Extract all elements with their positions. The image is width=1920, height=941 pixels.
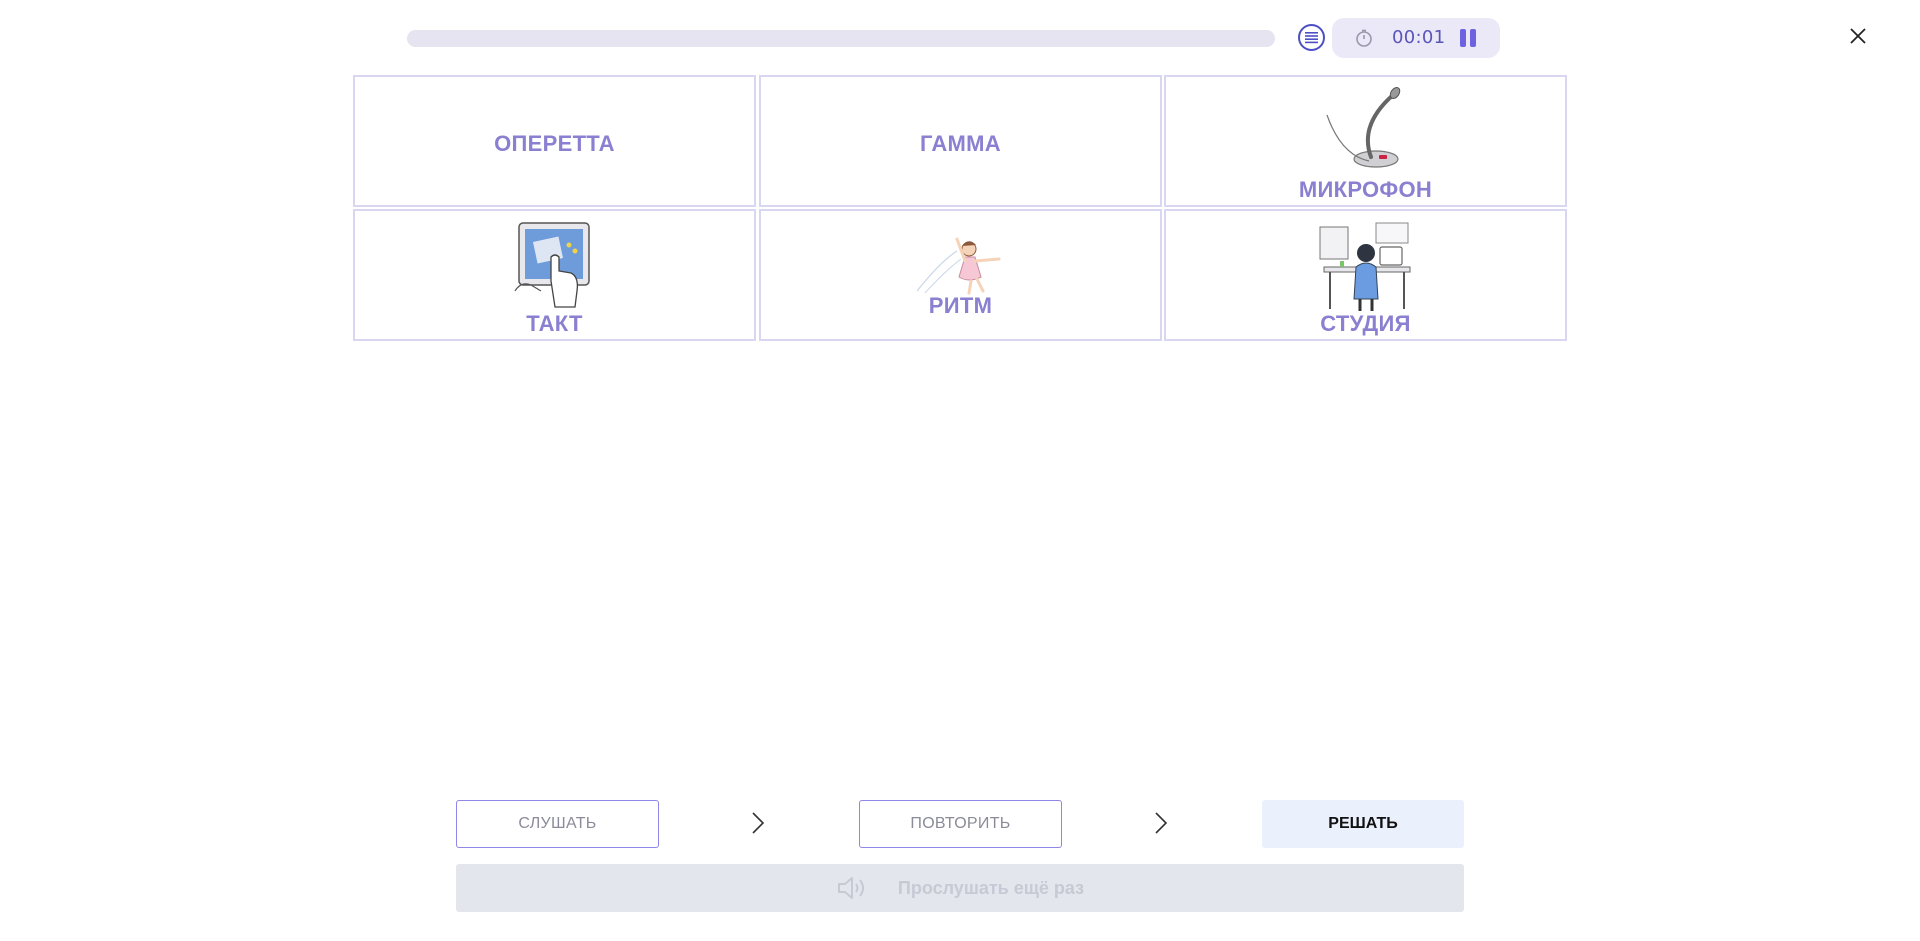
pause-icon (1460, 29, 1466, 47)
answer-card-operetta[interactable]: ОПЕРЕТТА (353, 75, 756, 207)
solve-button[interactable]: РЕШАТЬ (1262, 800, 1464, 848)
card-label: СТУДИЯ (1320, 311, 1411, 336)
microphone-icon (1325, 87, 1400, 168)
list-icon (1305, 32, 1318, 44)
answer-card-microphone[interactable]: МИКРОФОН (1164, 75, 1567, 207)
timer-value: 00:01 (1392, 27, 1446, 48)
timer: 00:01 (1332, 18, 1500, 58)
touchscreen-monitor-icon (513, 222, 590, 308)
replay-label: Прослушать ещё раз (897, 877, 1085, 898)
replay-button[interactable]: Прослушать ещё раз (456, 864, 1464, 912)
speaker-icon (837, 877, 864, 899)
listen-button[interactable]: СЛУШАТЬ (456, 800, 659, 848)
card-label: ОПЕРЕТТА (494, 131, 615, 156)
close-button[interactable] (1846, 24, 1870, 48)
chevron-right-icon (752, 812, 765, 834)
dancing-girl-icon (916, 237, 1000, 295)
answer-card-gamma[interactable]: ГАММА (759, 75, 1162, 207)
card-label: ТАКТ (526, 311, 583, 336)
card-label: РИТМ (928, 293, 993, 318)
card-label: ГАММА (919, 131, 1001, 156)
card-label: МИКРОФОН (1298, 177, 1433, 202)
task-list-button[interactable] (1298, 24, 1325, 51)
quiz-screen: 00:01 ОПЕРЕТТА ГАММА МИКРОФОН ТАКТ РИТМ … (0, 0, 1920, 941)
repeat-button[interactable]: ПОВТОРИТЬ (859, 800, 1062, 848)
stopwatch-icon (1356, 29, 1372, 47)
person-at-desk-icon (1319, 222, 1410, 311)
answer-card-takt[interactable]: ТАКТ (353, 209, 756, 341)
chevron-right-icon (1155, 812, 1168, 834)
pause-button[interactable] (1458, 29, 1478, 47)
answer-card-studia[interactable]: СТУДИЯ (1164, 209, 1567, 341)
progress-bar (407, 30, 1275, 47)
answer-card-ritm[interactable]: РИТМ (759, 209, 1162, 341)
